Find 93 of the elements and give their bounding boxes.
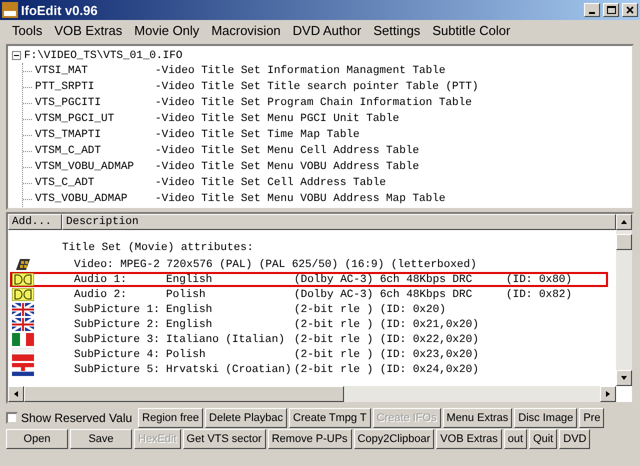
scroll-down-icon[interactable] — [616, 370, 632, 386]
tree-item-description: -Video Title Set Menu VOBU Address Table — [155, 161, 420, 173]
list-cell-text: (2-bit rle ) (ID: 0x22,0x20) — [294, 334, 480, 346]
toolbar-button[interactable]: Disc Image — [514, 408, 578, 428]
checkbox[interactable] — [6, 412, 18, 424]
app-icon — [2, 2, 18, 18]
list-cell-text: Audio 1: — [74, 274, 128, 286]
tree-item[interactable]: VTS_C_ADT — [35, 177, 155, 189]
toolbar-button[interactable]: Get VTS sector — [182, 429, 266, 449]
list-cell-text: Audio 2: — [74, 288, 128, 300]
tree-item-description: -Video Title Set Time Map Table — [155, 129, 360, 141]
menu-item[interactable]: Tools — [6, 22, 48, 38]
minimize-button[interactable] — [584, 3, 600, 17]
maximize-button[interactable] — [603, 3, 619, 17]
scroll-thumb[interactable] — [24, 386, 344, 402]
toolbar-button[interactable]: Delete Playbac — [205, 408, 288, 428]
toolbar-button[interactable]: Create Tmpg T — [289, 408, 371, 428]
list-cell-text: SubPicture 3: — [74, 334, 161, 346]
tree-item[interactable]: VTSM_PGCI_UT — [35, 113, 155, 125]
vertical-scrollbar[interactable] — [616, 214, 632, 386]
tree-item-description: -Video Title Set Program Chain Information Table — [155, 97, 472, 109]
flag-icon — [12, 348, 34, 361]
maximize-icon — [606, 6, 616, 14]
list-cell-text: SubPicture 5: — [74, 364, 161, 376]
list-cell-text: (Dolby AC-3) 6ch 48Kbps DRC — [294, 288, 474, 300]
list-cell-text: English — [166, 274, 214, 286]
tree-item[interactable]: VTS_TMAPTI — [35, 129, 155, 141]
tree-item[interactable]: VTSI_MAT — [35, 65, 155, 77]
toolbar-button[interactable]: VOB Extras — [436, 429, 502, 449]
list-cell-text: (2-bit rle ) (ID: 0x20) — [294, 304, 447, 316]
list-cell-text: (2-bit rle ) (ID: 0x24,0x20) — [294, 364, 480, 376]
scroll-left-icon[interactable] — [8, 386, 24, 402]
list-cell-text: SubPicture 2: — [74, 318, 161, 330]
tree-item-description: -Video Title Set Menu PGCI Unit Table — [155, 113, 400, 125]
list-cell-text: English — [166, 304, 214, 316]
list-cell: Video: MPEG-2 720x576 (PAL) (PAL 625/50) (16:9) (letterboxed) — [74, 258, 477, 270]
list-cell-text: Italiano (Italian) — [166, 334, 286, 346]
list-cell-text: English — [166, 318, 214, 330]
toolbar-button[interactable]: Open — [6, 429, 68, 449]
menu-item[interactable]: Subtitle Color — [426, 22, 516, 38]
list-cell-text: Hrvatski (Croatian) — [166, 364, 292, 376]
tree-item[interactable]: F:\VIDEO_TS\VTS_01_0.IFO — [24, 50, 182, 62]
menu-item[interactable]: Macrovision — [205, 22, 287, 38]
tree-item[interactable]: VTSM_VOBU_ADMAP — [35, 161, 155, 173]
toolbar-button[interactable]: Remove P-UPs — [268, 429, 352, 449]
flag-icon — [12, 333, 34, 346]
collapse-icon[interactable] — [12, 51, 21, 60]
scroll-thumb[interactable] — [616, 234, 632, 250]
scroll-up-icon[interactable] — [616, 214, 632, 230]
list-cell-text: Polish — [166, 288, 207, 300]
toolbar-button[interactable]: Copy2Clipboar — [354, 429, 434, 449]
window-title: IfoEdit v0.96 — [21, 2, 99, 18]
list-cell: (ID: 0x80) — [506, 274, 572, 286]
tree-item-description: -Video Title Set Cell Address Table — [155, 177, 386, 189]
list-cell: (ID: 0x82) — [506, 288, 572, 300]
tree-item[interactable]: VTS_VOBU_ADMAP — [35, 193, 155, 205]
tree-item-description: -Video Title Set Title search pointer Table (PTT) — [155, 81, 478, 93]
menu-item[interactable]: DVD Author — [286, 22, 368, 38]
flag-icon — [12, 318, 34, 331]
audio-icon — [12, 288, 34, 301]
list-cell-text: SubPicture 4: — [74, 348, 161, 360]
toolbar-button[interactable]: out — [504, 429, 528, 449]
flag-icon — [12, 363, 34, 376]
tree-item-description: -Video Title Set Menu Cell Address Table — [155, 145, 420, 157]
close-button[interactable] — [622, 3, 638, 17]
tree-item-description: -Video Title Set Menu VOBU Address Map Table — [155, 193, 446, 205]
tree-item[interactable]: VTS_PGCITI — [35, 97, 155, 109]
toolbar-button[interactable]: Pre — [579, 408, 604, 428]
toolbar-button[interactable]: Quit — [529, 429, 558, 449]
audio-icon — [12, 273, 34, 286]
menu-item[interactable]: Settings — [367, 22, 426, 38]
list-cell-text: (2-bit rle ) (ID: 0x21,0x20) — [294, 318, 480, 330]
toolbar-button[interactable]: Menu Extras — [442, 408, 512, 428]
menu-item[interactable]: Movie Only — [128, 22, 206, 38]
list-cell-text: (Dolby AC-3) 6ch 48Kbps DRC — [294, 274, 474, 286]
toolbar-button[interactable]: Save — [70, 429, 132, 449]
column-header[interactable]: Description — [62, 214, 616, 230]
scroll-right-icon[interactable] — [600, 386, 616, 402]
close-icon — [626, 6, 634, 14]
toolbar-button[interactable]: DVD — [559, 429, 590, 449]
checkbox-label[interactable]: Show Reserved Valu — [21, 411, 132, 425]
add-button[interactable]: Add... — [8, 214, 62, 230]
horizontal-scrollbar[interactable] — [8, 386, 616, 402]
list-heading: Title Set (Movie) attributes: — [62, 242, 254, 256]
menu-item[interactable]: VOB Extras — [48, 22, 128, 38]
tree-item[interactable]: PTT_SRPTI — [35, 81, 155, 93]
list-cell-text: SubPicture 1: — [74, 304, 161, 316]
toolbar-button[interactable]: Region free — [138, 408, 204, 428]
list-cell-text: (2-bit rle ) (ID: 0x23,0x20) — [294, 348, 480, 360]
list-cell-text: Polish — [166, 348, 207, 360]
tree-item[interactable]: VTSM_C_ADT — [35, 145, 155, 157]
tree-item-description: -Video Title Set Information Managment Table — [155, 65, 446, 77]
flag-icon — [12, 303, 34, 316]
